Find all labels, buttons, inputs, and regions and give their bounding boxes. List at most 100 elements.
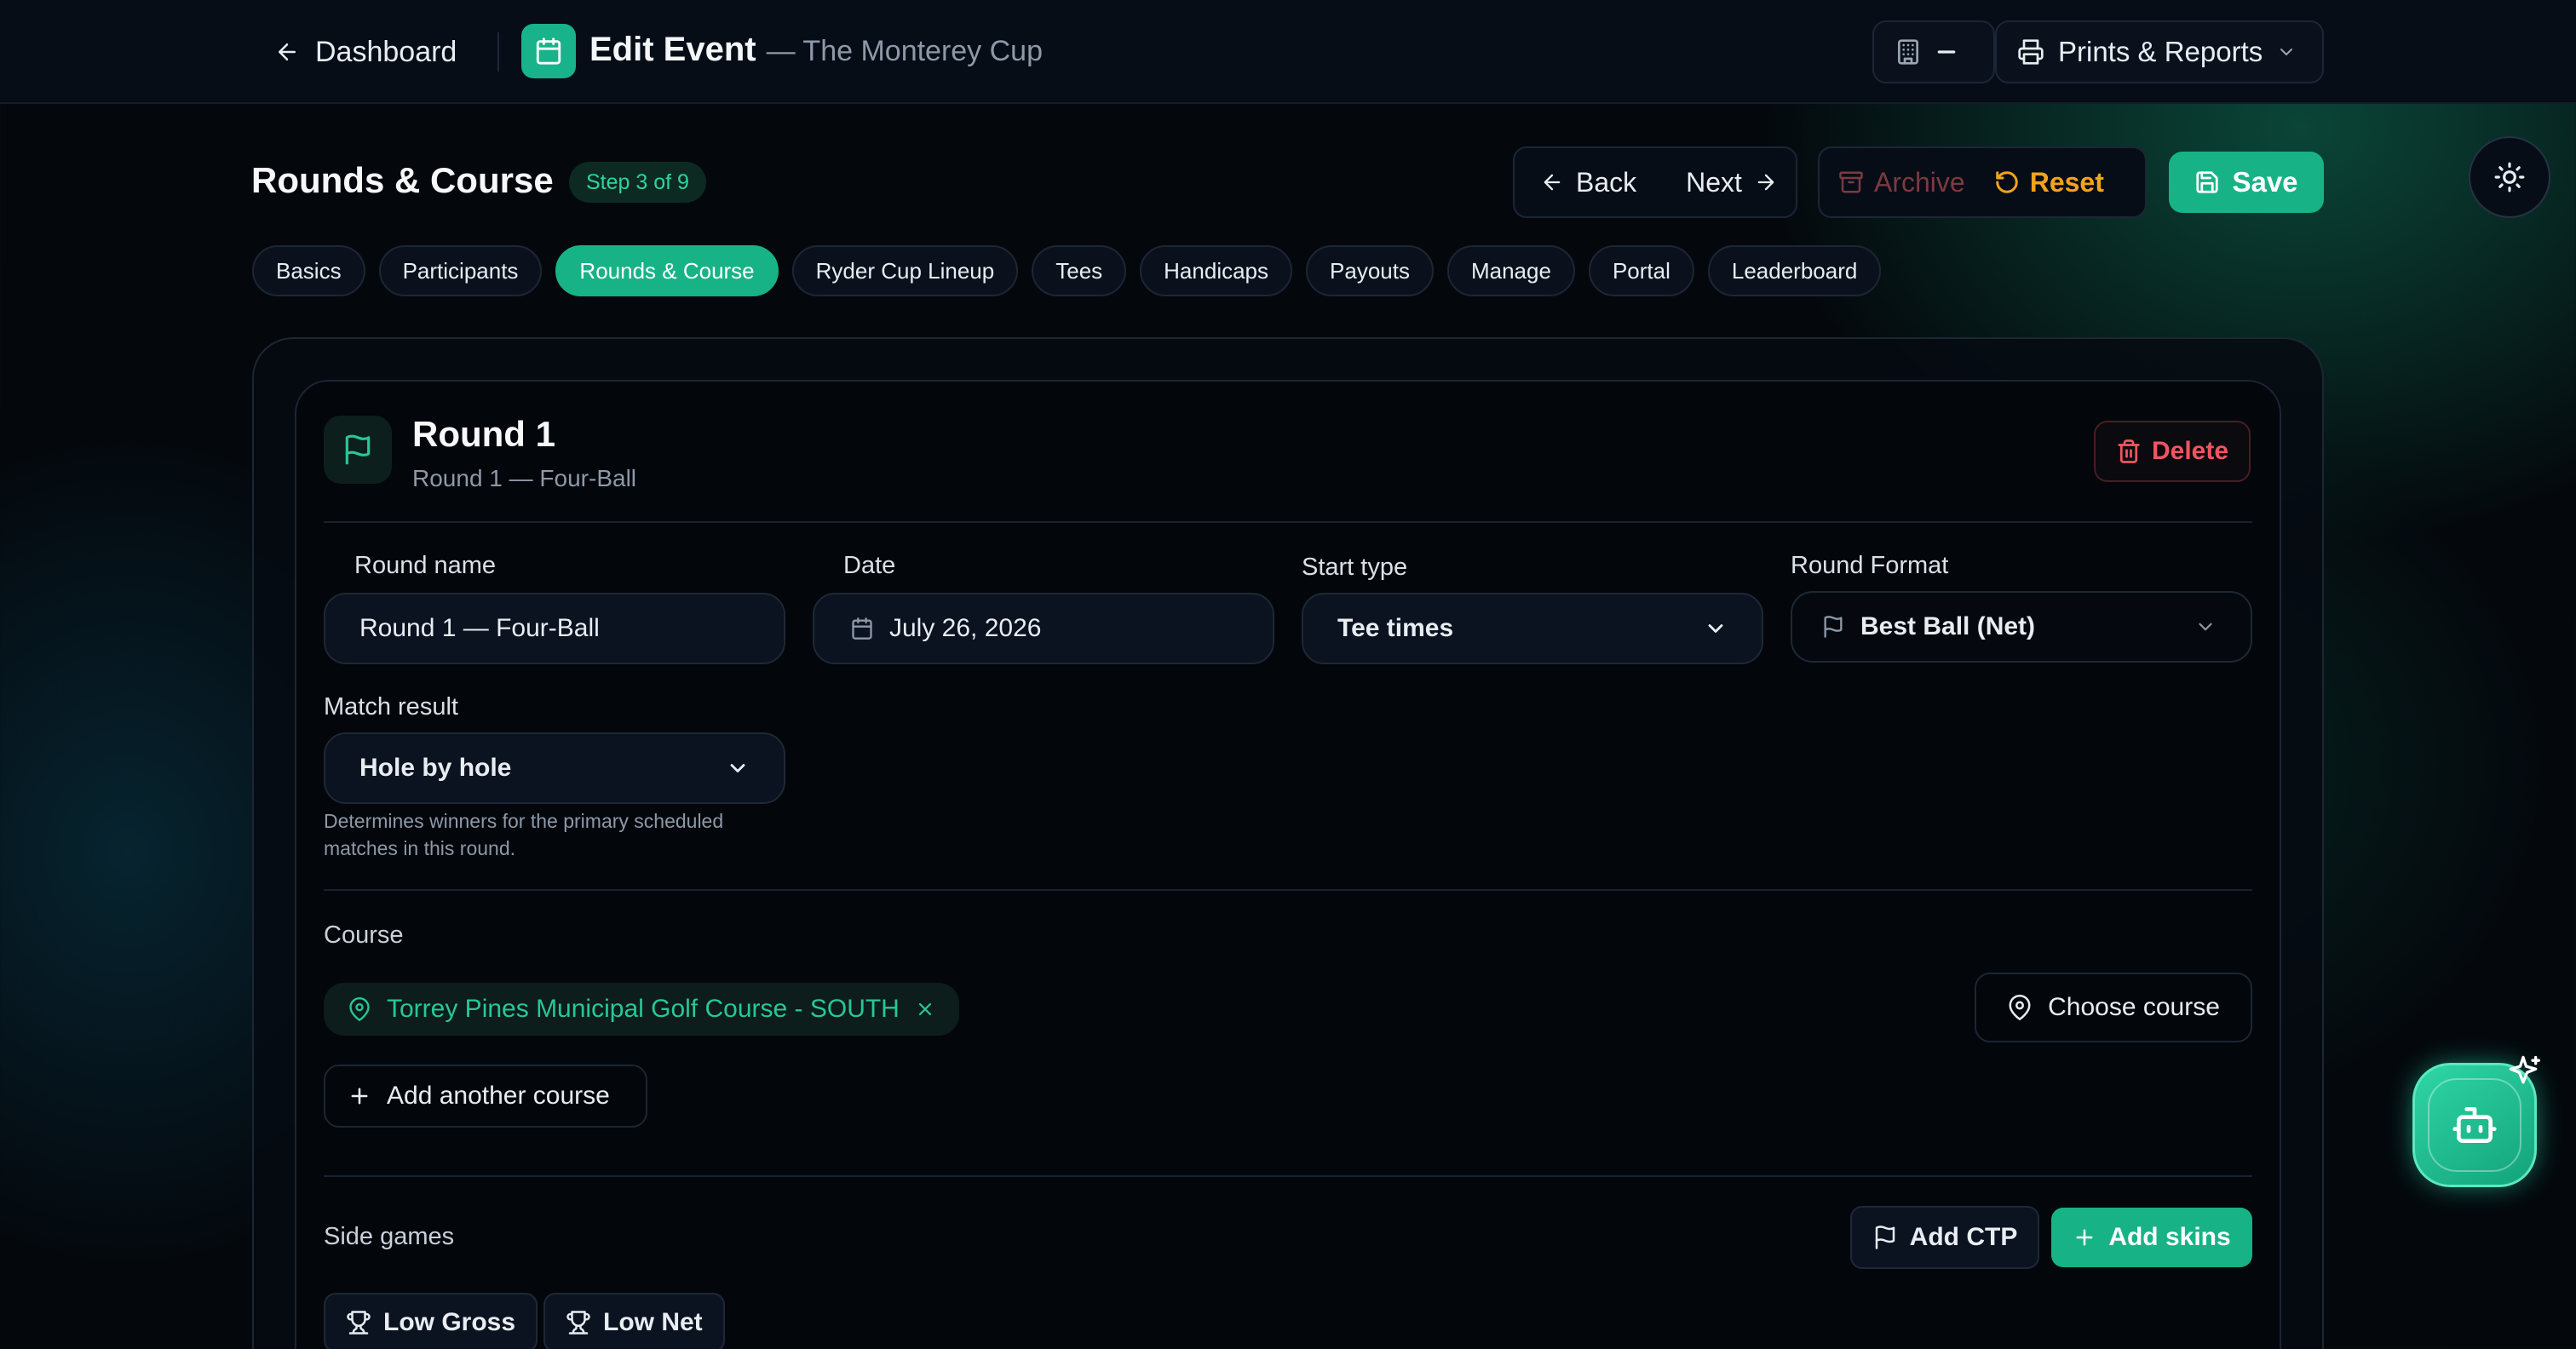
arrow-left-icon [1540, 170, 1564, 194]
plus-icon [348, 1084, 371, 1108]
chevron-down-icon [2276, 42, 2297, 62]
tab-leaderboard[interactable]: Leaderboard [1707, 245, 1882, 296]
tab-participants[interactable]: Participants [378, 245, 543, 296]
side-game-low-gross[interactable]: Low Gross [324, 1293, 538, 1349]
selected-course-name: Torrey Pines Municipal Golf Course - SOU… [387, 995, 900, 1023]
flag-icon [324, 416, 392, 484]
side-game-low-net[interactable]: Low Net [543, 1293, 725, 1349]
step-navigation: Back Next [1513, 146, 1797, 218]
add-course-label: Add another course [387, 1082, 610, 1110]
date-value: July 26, 2026 [889, 614, 1042, 642]
back-button[interactable]: Back [1528, 158, 1648, 207]
match-result-value: Hole by hole [359, 754, 512, 782]
round-name-input[interactable]: Round 1 — Four-Ball [324, 593, 785, 664]
save-button[interactable]: Save [2169, 152, 2324, 213]
tab-portal[interactable]: Portal [1588, 245, 1694, 296]
tab-manage[interactable]: Manage [1446, 245, 1575, 296]
step-badge: Step 3 of 9 [569, 162, 706, 203]
reset-button[interactable]: Reset [1994, 167, 2104, 198]
next-label: Next [1686, 166, 1742, 198]
arrow-left-icon [274, 39, 300, 65]
flag-icon [1821, 615, 1845, 639]
map-pin-icon [348, 997, 371, 1021]
tab-rounds-course[interactable]: Rounds & Course [555, 245, 779, 296]
divider [324, 889, 2252, 891]
calendar-icon [521, 24, 576, 78]
calendar-icon [850, 617, 874, 640]
delete-round-button[interactable]: Delete [2094, 421, 2251, 482]
printer-icon [2017, 38, 2044, 66]
dashboard-back-link[interactable]: Dashboard [261, 26, 470, 78]
round-format-label: Round Format [1791, 552, 1949, 579]
tab-basics[interactable]: Basics [252, 245, 365, 296]
date-label: Date [843, 552, 896, 579]
sun-icon [2493, 161, 2526, 193]
save-label: Save [2232, 166, 2298, 198]
step-tabs: Basics Participants Rounds & Course Ryde… [252, 245, 1882, 296]
side-games-label: Side games [324, 1223, 455, 1250]
divider [324, 521, 2252, 523]
round-title: Round 1 [412, 414, 555, 454]
match-result-help: Determines winners for the primary sched… [324, 810, 724, 859]
page-title: Rounds & Course [251, 160, 554, 200]
tab-payouts[interactable]: Payouts [1306, 245, 1434, 296]
tab-handicaps[interactable]: Handicaps [1140, 245, 1293, 296]
date-input[interactable]: July 26, 2026 [813, 593, 1274, 664]
add-ctp-button[interactable]: Add CTP [1850, 1206, 2039, 1269]
add-skins-button[interactable]: Add skins [2051, 1208, 2252, 1267]
map-pin-icon [2007, 995, 2033, 1020]
chevron-down-icon [1704, 617, 1728, 640]
chevron-down-icon [726, 756, 750, 780]
side-game-label: Low Net [603, 1308, 703, 1336]
prints-reports-label: Prints & Reports [2058, 36, 2263, 67]
selected-course-chip: Torrey Pines Municipal Golf Course - SOU… [324, 983, 959, 1036]
robot-icon [2451, 1101, 2498, 1149]
add-ctp-label: Add CTP [1909, 1223, 2018, 1251]
event-subtitle: — The Monterey Cup [766, 35, 1044, 67]
reset-label: Reset [2029, 166, 2104, 198]
round-format-select[interactable]: Best Ball (Net) [1791, 591, 2252, 663]
ai-assistant-inner [2428, 1078, 2521, 1172]
sparkle-icon [2504, 1053, 2542, 1090]
back-label: Back [1576, 166, 1637, 198]
round-format-value: Best Ball (Net) [1860, 612, 2036, 640]
add-another-course-button[interactable]: Add another course [324, 1065, 647, 1128]
next-button[interactable]: Next [1674, 158, 1790, 207]
round-subtitle: Round 1 — Four-Ball [412, 465, 637, 491]
round-format-selected: Best Ball (Net) [1821, 612, 2035, 641]
course-label: Course [324, 921, 404, 949]
choose-course-button[interactable]: Choose course [1975, 973, 2252, 1042]
event-title: Edit Event — The Monterey Cup [589, 31, 1043, 69]
divider [497, 32, 499, 72]
tab-tees[interactable]: Tees [1032, 245, 1127, 296]
trophy-icon [566, 1310, 591, 1335]
round-name-label: Round name [354, 552, 497, 579]
archive-reset-group: Archive Reset [1818, 146, 2147, 218]
prints-reports-menu[interactable]: Prints & Reports [1995, 20, 2324, 83]
arrow-right-icon [1754, 170, 1778, 194]
side-game-label: Low Gross [383, 1308, 516, 1336]
archive-label: Archive [1874, 166, 1965, 198]
company-toggle-button[interactable] [1872, 20, 1995, 83]
tab-ryder-cup-lineup[interactable]: Ryder Cup Lineup [791, 245, 1019, 296]
start-type-label: Start type [1302, 554, 1408, 581]
plus-icon [2073, 1226, 2096, 1249]
start-type-select[interactable]: Tee times [1302, 593, 1763, 664]
dashboard-label: Dashboard [315, 35, 457, 68]
round-card [295, 380, 2281, 1349]
choose-course-label: Choose course [2048, 993, 2220, 1021]
start-type-value: Tee times [1337, 614, 1454, 642]
save-icon [2194, 169, 2220, 195]
match-result-select[interactable]: Hole by hole [324, 732, 785, 804]
archive-button[interactable]: Archive [1838, 167, 1965, 198]
delete-label: Delete [2151, 437, 2229, 465]
chevron-down-icon [2194, 616, 2217, 638]
event-title-text: Edit Event [589, 31, 756, 68]
round-name-value: Round 1 — Four-Ball [359, 614, 600, 642]
divider [324, 1175, 2252, 1177]
theme-toggle-button[interactable] [2469, 136, 2550, 218]
trash-icon [2116, 439, 2142, 464]
flag-icon [1872, 1225, 1898, 1250]
building-icon [1895, 38, 1922, 66]
close-icon[interactable] [915, 999, 935, 1019]
